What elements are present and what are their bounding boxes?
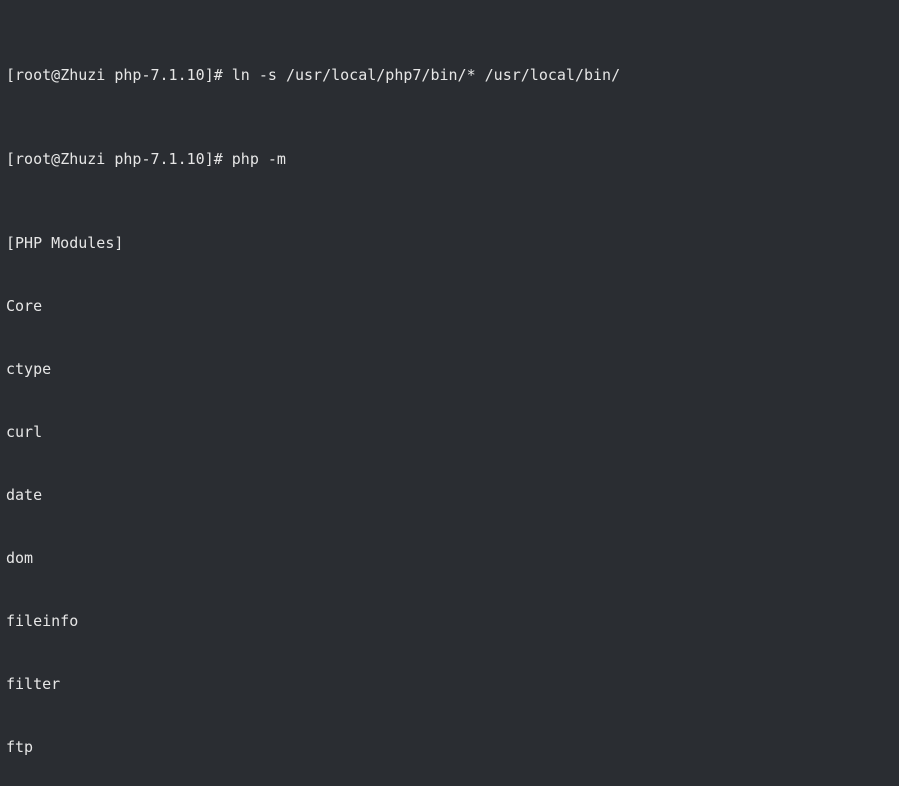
output-line: date [6,485,893,506]
prompt-close-bracket: ] [205,66,214,84]
prompt-symbol: # [214,66,232,84]
prompt-symbol: # [214,150,232,168]
command-1: ln -s /usr/local/php7/bin/* /usr/local/b… [232,66,620,84]
command-line-2: [root@Zhuzi php-7.1.10]# php -m [6,149,893,170]
prompt-host: Zhuzi [60,66,105,84]
command-2: php -m [232,150,286,168]
terminal[interactable]: [root@Zhuzi php-7.1.10]# ln -s /usr/loca… [0,0,899,786]
prompt-at: @ [51,66,60,84]
command-line-1: [root@Zhuzi php-7.1.10]# ln -s /usr/loca… [6,65,893,86]
prompt-at: @ [51,150,60,168]
prompt-open-bracket: [ [6,66,15,84]
prompt-close-bracket: ] [205,150,214,168]
prompt-host: Zhuzi [60,150,105,168]
prompt-open-bracket: [ [6,150,15,168]
output-line: curl [6,422,893,443]
output-line: Core [6,296,893,317]
output-line: dom [6,548,893,569]
output-line: ftp [6,737,893,758]
prompt-path: php-7.1.10 [114,150,204,168]
output-line: ctype [6,359,893,380]
output-line: filter [6,674,893,695]
output-line: fileinfo [6,611,893,632]
prompt-user: root [15,150,51,168]
prompt-user: root [15,66,51,84]
output-line: [PHP Modules] [6,233,893,254]
prompt-path: php-7.1.10 [114,66,204,84]
